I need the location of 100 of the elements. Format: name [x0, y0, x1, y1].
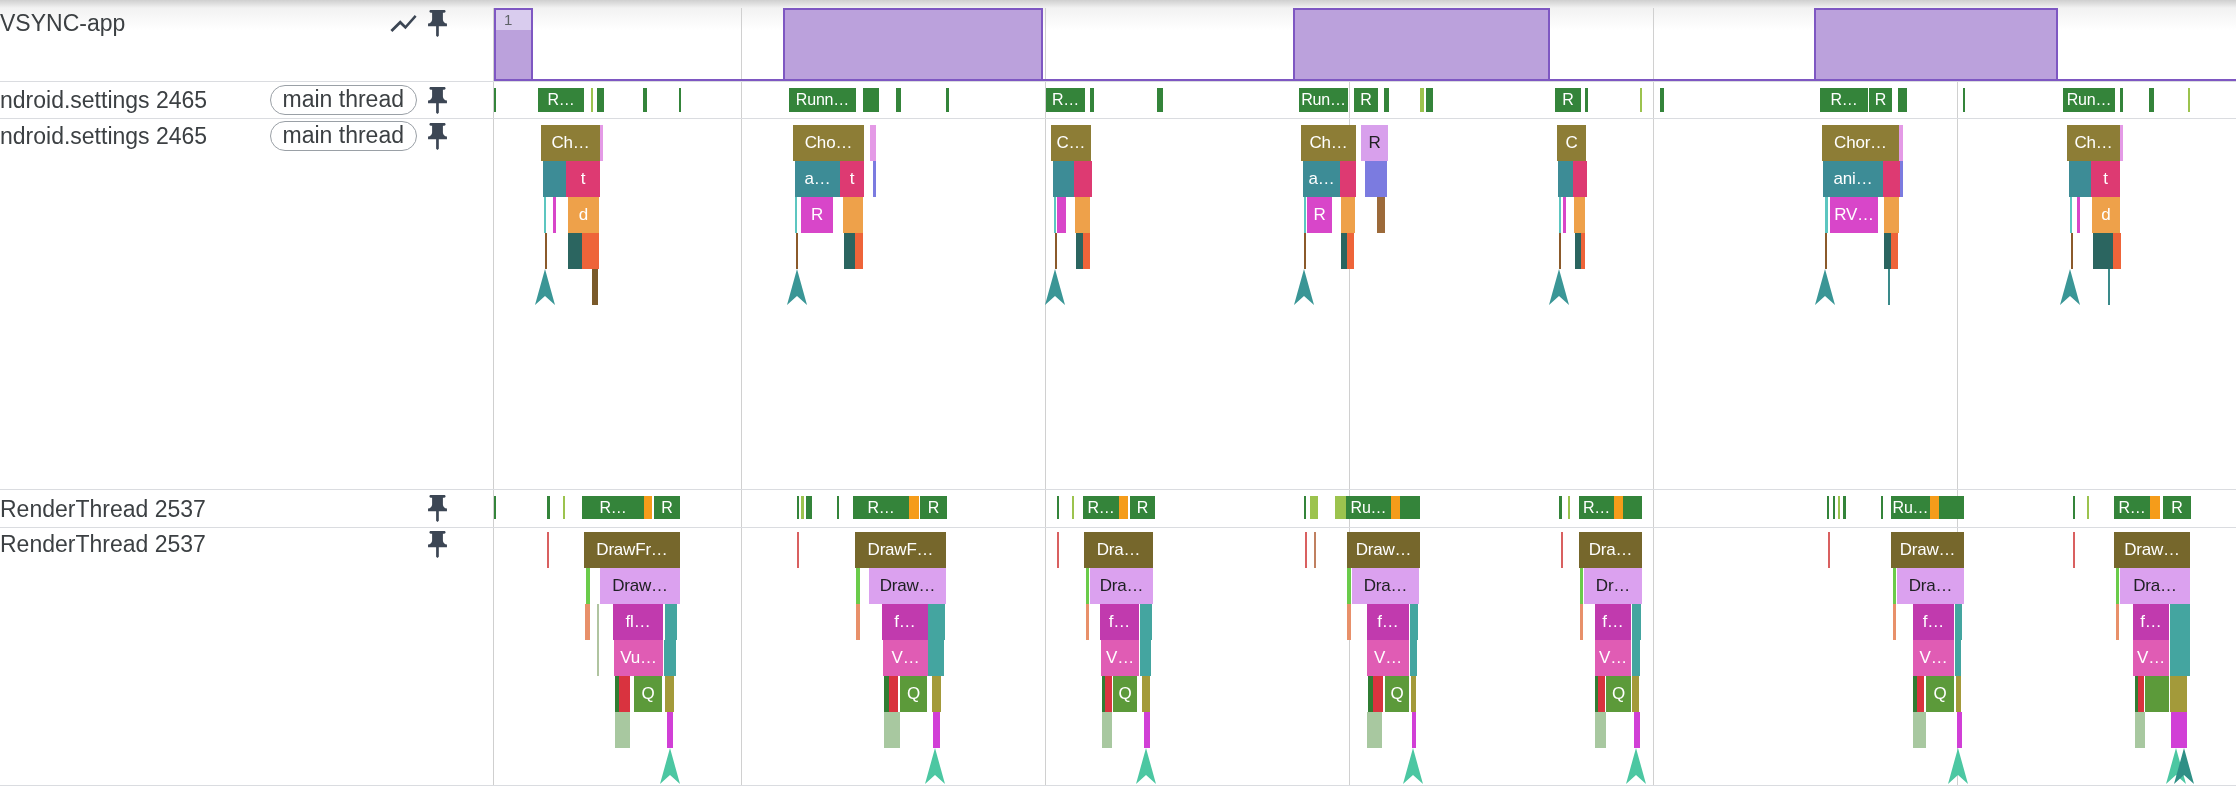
trace-slice[interactable] — [1373, 676, 1383, 712]
trace-slice[interactable] — [1086, 604, 1089, 640]
trace-slice[interactable] — [1956, 676, 1961, 712]
trace-slice[interactable] — [1076, 233, 1083, 269]
trace-slice[interactable]: t — [2091, 161, 2120, 197]
thread-state-slice[interactable]: R — [1354, 88, 1378, 112]
trace-slice[interactable] — [585, 604, 590, 640]
thread-state-slice[interactable]: R… — [2114, 496, 2150, 519]
arrowhead-marker-icon[interactable] — [1815, 269, 1835, 305]
trace-slice[interactable] — [1102, 676, 1105, 712]
trace-slice[interactable] — [1883, 161, 1900, 197]
trace-slice[interactable] — [2116, 604, 2119, 640]
trace-slice[interactable] — [665, 676, 674, 712]
trace-slice[interactable]: Draw… — [1891, 532, 1964, 568]
thread-state-slice[interactable] — [1119, 496, 1128, 519]
trace-slice[interactable] — [933, 712, 940, 748]
trace-slice[interactable] — [2120, 125, 2123, 161]
thread-state-slice[interactable]: Runn… — [789, 88, 856, 112]
trace-slice[interactable] — [1632, 640, 1640, 676]
arrowhead-marker-icon[interactable] — [1294, 269, 1314, 305]
thread-state-slice[interactable]: R… — [1579, 496, 1614, 519]
arrowhead-marker-icon[interactable] — [1549, 269, 1569, 305]
thread-state-slice[interactable] — [2120, 88, 2123, 112]
trace-slice[interactable] — [1144, 712, 1150, 748]
arrowhead-marker-icon[interactable] — [925, 748, 945, 784]
trace-slice[interactable] — [1558, 161, 1573, 197]
trace-slice[interactable]: a… — [1303, 161, 1340, 197]
trace-slice[interactable] — [1884, 233, 1891, 269]
trace-slice[interactable] — [1580, 604, 1583, 640]
arrowhead-marker-icon[interactable] — [660, 748, 680, 784]
trace-slice[interactable] — [843, 197, 863, 233]
trace-slice[interactable]: f… — [1100, 604, 1139, 640]
trace-slice[interactable] — [1634, 712, 1640, 748]
trace-slice[interactable] — [1105, 676, 1112, 712]
thread-state-slice[interactable] — [863, 88, 879, 112]
trace-slice[interactable] — [1341, 197, 1355, 233]
thread-state-slice[interactable]: R… — [538, 88, 584, 112]
trace-slice[interactable] — [1891, 233, 1898, 269]
trace-slice[interactable] — [1140, 640, 1151, 676]
thread-state-slice[interactable] — [2150, 496, 2160, 519]
thread-state-slice[interactable] — [896, 88, 901, 112]
arrowhead-marker-icon[interactable] — [2060, 269, 2080, 305]
trace-slice[interactable]: ani… — [1823, 161, 1883, 197]
trace-slice[interactable] — [1632, 604, 1641, 640]
trace-slice[interactable] — [2170, 676, 2187, 712]
trace-slice[interactable] — [1083, 233, 1090, 269]
trace-slice[interactable]: Ch… — [541, 125, 600, 161]
pin-icon[interactable] — [428, 122, 447, 150]
pin-icon[interactable] — [428, 530, 447, 558]
thread-state-slice[interactable]: R — [1555, 88, 1581, 112]
trace-slice[interactable] — [1893, 568, 1896, 604]
thread-state-slice[interactable]: R — [1869, 88, 1892, 112]
trace-slice[interactable] — [856, 568, 860, 604]
trace-slice[interactable] — [1563, 197, 1566, 233]
trace-slice[interactable]: Dr… — [1584, 568, 1642, 604]
trace-slice[interactable]: R — [1361, 125, 1388, 161]
trace-slice[interactable] — [667, 712, 673, 748]
trace-slice[interactable]: Draw… — [600, 568, 680, 604]
trace-slice[interactable] — [1411, 676, 1416, 712]
trace-slice[interactable] — [1913, 676, 1917, 712]
trace-slice[interactable] — [665, 604, 677, 640]
trace-slice[interactable] — [928, 640, 944, 676]
trace-slice[interactable] — [592, 269, 598, 305]
thread-state-slice[interactable]: Run… — [1299, 88, 1348, 112]
trace-slice[interactable]: f… — [1913, 604, 1954, 640]
trace-slice[interactable]: Dra… — [1352, 568, 1419, 604]
thread-state-slice[interactable] — [1420, 88, 1424, 112]
thread-state-slice[interactable]: R — [2163, 496, 2191, 519]
trace-slice[interactable]: DrawF… — [855, 532, 946, 568]
trace-slice[interactable] — [582, 233, 599, 269]
thread-state-slice[interactable] — [1939, 496, 1964, 519]
arrowhead-marker-icon[interactable] — [1136, 748, 1156, 784]
trace-slice[interactable] — [1368, 676, 1373, 712]
trace-slice[interactable]: R — [801, 197, 833, 233]
trace-slice[interactable] — [2145, 676, 2169, 712]
thread-state-slice[interactable] — [643, 88, 647, 112]
trace-slice[interactable] — [1825, 197, 1828, 233]
trace-slice[interactable] — [2170, 604, 2190, 640]
trace-slice[interactable]: f… — [2133, 604, 2169, 640]
trace-slice[interactable] — [2138, 676, 2144, 712]
trace-slice[interactable] — [1365, 161, 1387, 197]
trace-slice[interactable]: Dra… — [1084, 532, 1153, 568]
pin-icon[interactable] — [428, 9, 447, 37]
trace-slice[interactable] — [2069, 161, 2091, 197]
thread-state-slice[interactable] — [1157, 88, 1163, 112]
trace-slice[interactable]: Draw… — [869, 568, 946, 604]
trace-slice[interactable] — [1075, 197, 1090, 233]
thread-state-slice[interactable] — [806, 496, 812, 519]
trace-slice[interactable]: Q — [634, 676, 662, 712]
trace-slice[interactable] — [1632, 676, 1639, 712]
trace-slice[interactable] — [1142, 676, 1150, 712]
thread-state-slice[interactable] — [1391, 496, 1400, 519]
trace-slice[interactable]: V… — [883, 640, 928, 676]
trace-slice[interactable]: Q — [1113, 676, 1137, 712]
trace-slice[interactable] — [1574, 197, 1585, 233]
trace-slice[interactable]: RV… — [1830, 197, 1878, 233]
trace-slice[interactable] — [615, 712, 630, 748]
trace-slice[interactable]: Q — [1385, 676, 1409, 712]
trace-slice[interactable] — [1598, 676, 1605, 712]
trace-slice[interactable] — [543, 161, 566, 197]
